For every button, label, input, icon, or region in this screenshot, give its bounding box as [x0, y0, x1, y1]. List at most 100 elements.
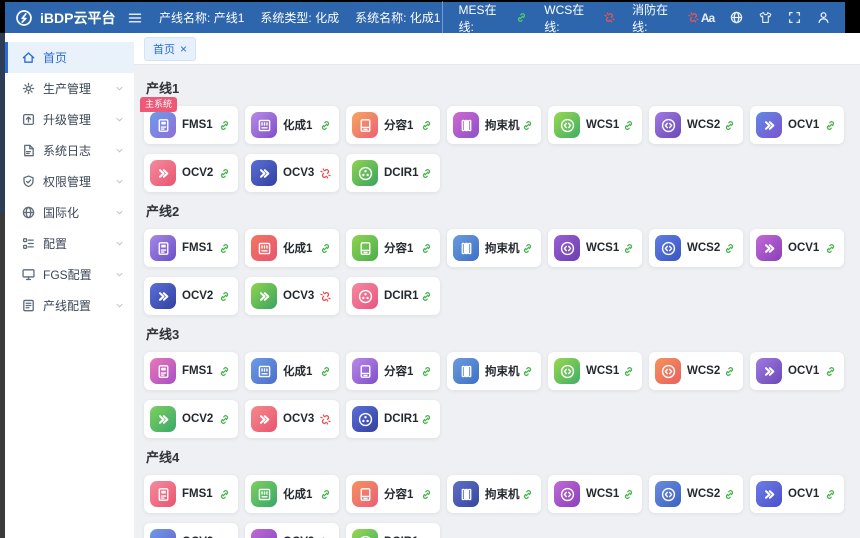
link-icon[interactable]	[824, 365, 837, 378]
section-title: 产线3	[146, 324, 848, 343]
link-icon[interactable]	[622, 242, 635, 255]
system-card-OCV3[interactable]: OCV3	[245, 400, 339, 438]
system-card-分容1[interactable]: 分容1	[346, 475, 440, 513]
system-card-拘束机[interactable]: 拘束机	[447, 106, 541, 144]
sidebar-item-配置[interactable]: 配置	[5, 228, 134, 259]
language-globe-icon[interactable]	[729, 10, 744, 25]
fullscreen-icon[interactable]	[787, 10, 802, 25]
system-card-分容1[interactable]: 分容1	[346, 229, 440, 267]
link-icon[interactable]	[218, 413, 231, 426]
system-card-DCIR1[interactable]: DCIR1	[346, 400, 440, 438]
system-card-OCV2[interactable]: OCV2	[144, 523, 238, 538]
system-card-OCV3[interactable]: OCV3	[245, 523, 339, 538]
system-card-WCS1[interactable]: WCS1	[548, 106, 642, 144]
link-icon[interactable]	[723, 119, 736, 132]
system-card-WCS1[interactable]: WCS1	[548, 229, 642, 267]
link-icon[interactable]	[420, 365, 433, 378]
system-card-label: OCV2	[182, 290, 218, 302]
sidebar-collapse-icon[interactable]	[127, 10, 143, 26]
font-size-icon[interactable]: Aa	[700, 10, 715, 25]
link-icon[interactable]	[319, 242, 332, 255]
link-icon[interactable]	[521, 119, 534, 132]
link-icon[interactable]	[521, 242, 534, 255]
link-icon[interactable]	[420, 242, 433, 255]
link-icon[interactable]	[420, 413, 433, 426]
link-icon[interactable]	[622, 488, 635, 501]
link-icon[interactable]	[218, 242, 231, 255]
system-card-WCS2[interactable]: WCS2	[649, 106, 743, 144]
link-icon[interactable]	[622, 119, 635, 132]
system-card-拘束机[interactable]: 拘束机	[447, 352, 541, 390]
link-icon[interactable]	[521, 365, 534, 378]
link-icon[interactable]	[723, 488, 736, 501]
system-card-分容1[interactable]: 分容1	[346, 352, 440, 390]
link-icon[interactable]	[420, 290, 433, 303]
sidebar-item-产线配置[interactable]: 产线配置	[5, 290, 134, 321]
tab-close-icon[interactable]: ×	[180, 43, 187, 55]
link-icon[interactable]	[319, 488, 332, 501]
link-icon[interactable]	[824, 119, 837, 132]
link-icon[interactable]	[218, 119, 231, 132]
system-card-DCIR1[interactable]: DCIR1	[346, 154, 440, 192]
system-card-OCV3[interactable]: OCV3	[245, 154, 339, 192]
sidebar-item-首页[interactable]: 首页	[5, 42, 134, 73]
link-icon[interactable]	[420, 488, 433, 501]
card-grid: FMS1化成1分容1拘束机WCS1WCS2OCV1 OCV2 OCV3DCIR1	[144, 229, 851, 315]
sidebar-item-系统日志[interactable]: 系统日志	[5, 135, 134, 166]
link-icon[interactable]	[319, 365, 332, 378]
system-card-FMS1[interactable]: 主系统FMS1	[144, 106, 238, 144]
sidebar-item-生产管理[interactable]: 生产管理	[5, 73, 134, 104]
system-card-OCV2[interactable]: OCV2	[144, 154, 238, 192]
link-icon[interactable]	[723, 365, 736, 378]
link-icon[interactable]	[319, 119, 332, 132]
link-icon[interactable]	[420, 167, 433, 180]
link-icon[interactable]	[218, 167, 231, 180]
system-card-OCV2[interactable]: OCV2	[144, 400, 238, 438]
system-card-化成1[interactable]: 化成1	[245, 229, 339, 267]
line-section: 产线2FMS1化成1分容1拘束机WCS1WCS2OCV1OCV2OCV3DCIR…	[144, 201, 850, 315]
system-card-化成1[interactable]: 化成1	[245, 106, 339, 144]
system-card-FMS1[interactable]: FMS1	[144, 229, 238, 267]
link-icon[interactable]	[622, 365, 635, 378]
system-card-DCIR1[interactable]: DCIR1	[346, 523, 440, 538]
system-card-OCV1[interactable]: OCV1	[750, 475, 844, 513]
system-card-OCV3[interactable]: OCV3	[245, 277, 339, 315]
system-card-化成1[interactable]: 化成1	[245, 475, 339, 513]
system-card-OCV1[interactable]: OCV1	[750, 352, 844, 390]
link-icon[interactable]	[218, 365, 231, 378]
system-card-WCS1[interactable]: WCS1	[548, 352, 642, 390]
card-grid: FMS1化成1分容1拘束机WCS1WCS2OCV1 OCV2OCV3DCIR1	[144, 352, 851, 438]
system-card-WCS2[interactable]: WCS2	[649, 475, 743, 513]
system-card-WCS1[interactable]: WCS1	[548, 475, 642, 513]
link-icon[interactable]	[420, 119, 433, 132]
system-card-化成1[interactable]: 化成1	[245, 352, 339, 390]
tab-首页[interactable]: 首页×	[144, 37, 196, 61]
link-icon[interactable]	[723, 242, 736, 255]
theme-skin-icon[interactable]	[758, 10, 773, 25]
system-card-拘束机[interactable]: 拘束机	[447, 475, 541, 513]
link-icon[interactable]	[824, 488, 837, 501]
system-card-WCS2[interactable]: WCS2	[649, 229, 743, 267]
link-icon[interactable]	[218, 290, 231, 303]
sidebar-item-权限管理[interactable]: 权限管理	[5, 166, 134, 197]
sidebar-item-FGS配置[interactable]: FGS配置	[5, 259, 134, 290]
system-card-WCS2[interactable]: WCS2	[649, 352, 743, 390]
system-card-label: DCIR1	[384, 167, 420, 179]
system-card-拘束机[interactable]: 拘束机	[447, 229, 541, 267]
system-card-FMS1[interactable]: FMS1	[144, 352, 238, 390]
system-card-FMS1[interactable]: FMS1	[144, 475, 238, 513]
user-icon[interactable]	[816, 10, 831, 25]
link-icon[interactable]	[218, 488, 231, 501]
system-card-DCIR1[interactable]: DCIR1	[346, 277, 440, 315]
link-broken-icon[interactable]	[319, 413, 332, 426]
system-card-OCV1[interactable]: OCV1	[750, 229, 844, 267]
system-card-OCV2[interactable]: OCV2	[144, 277, 238, 315]
sidebar-item-升级管理[interactable]: 升级管理	[5, 104, 134, 135]
link-icon[interactable]	[521, 488, 534, 501]
system-card-OCV1[interactable]: OCV1	[750, 106, 844, 144]
link-broken-icon[interactable]	[319, 290, 332, 303]
system-card-分容1[interactable]: 分容1	[346, 106, 440, 144]
link-icon[interactable]	[824, 242, 837, 255]
sidebar-item-国际化[interactable]: 国际化	[5, 197, 134, 228]
link-broken-icon[interactable]	[319, 167, 332, 180]
